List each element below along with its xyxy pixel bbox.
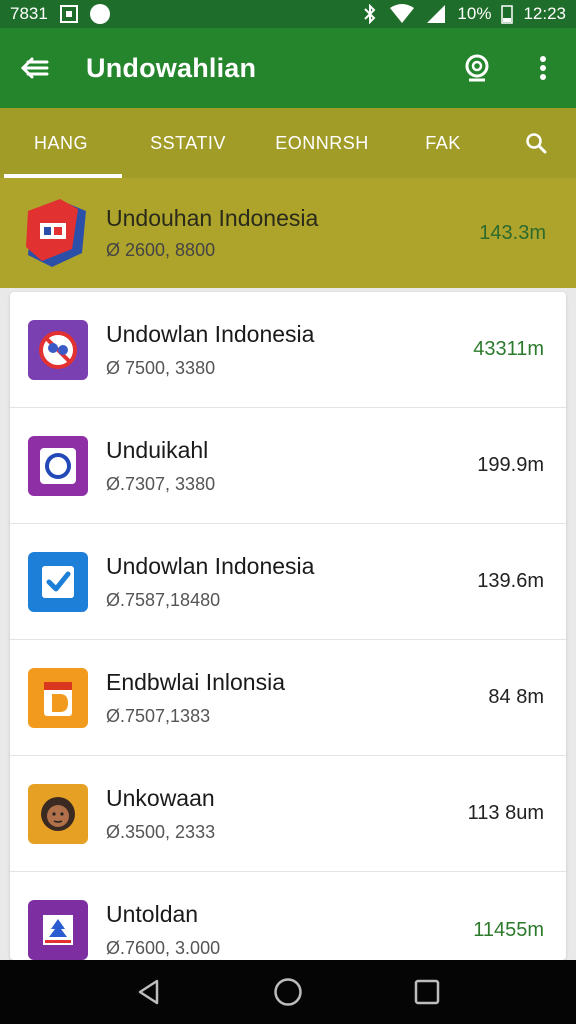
app-size: 139.6m	[477, 570, 544, 592]
app-name: Undowlan Indonesia	[106, 552, 315, 579]
flag-cube-icon	[26, 199, 86, 267]
home-circle-icon	[274, 978, 302, 1006]
list-item[interactable]: Unduikahl Ø.7307, 3380 199.9m	[10, 408, 566, 524]
featured-app-name: Undouhan Indonesia	[106, 205, 319, 231]
compass-icon	[28, 435, 88, 496]
avatar-face-icon	[28, 783, 88, 844]
bluetooth-mute-icon	[364, 4, 376, 24]
app-size: 43311m	[473, 338, 544, 360]
tab-fak[interactable]: FAK	[390, 108, 496, 178]
back-arrow-icon	[20, 57, 49, 79]
list-item[interactable]: Endbwlai Inlonsia Ø.7507,1383 84 8m	[10, 640, 566, 756]
featured-app-size: 143.3m	[479, 221, 546, 244]
featured-app-meta: Ø 2600, 8800	[106, 240, 216, 260]
checkbox-icon	[28, 551, 88, 612]
tab-sstativ[interactable]: SSTATIV	[122, 108, 254, 178]
calendar-d-icon	[28, 667, 88, 728]
status-bar: 7831 10% 12:23	[0, 0, 576, 28]
app-meta: Ø 7500, 3380	[106, 357, 216, 378]
app-size: 113 8um	[467, 802, 544, 824]
app-meta: Ø.7507,1383	[106, 705, 211, 726]
recents-square-icon	[414, 979, 439, 1005]
app-name: Untoldan	[106, 901, 199, 927]
clock: 12:23	[523, 4, 566, 23]
list-item[interactable]: Undowlan Indonesia Ø.7587,18480 139.6m	[10, 524, 566, 640]
tab-label: FAK	[425, 132, 461, 153]
tab-search-button[interactable]	[496, 108, 576, 178]
nav-recents-button[interactable]	[397, 967, 457, 1017]
tab-hang[interactable]: HANG	[0, 108, 122, 178]
tab-label: EONNRSH	[275, 132, 369, 153]
overflow-menu-button[interactable]	[510, 40, 576, 96]
more-vert-icon	[540, 56, 546, 80]
list-item[interactable]: Unkowaan Ø.3500, 2333 113 8um	[10, 756, 566, 872]
app-name: Endbwlai Inlonsia	[106, 668, 286, 695]
search-location-icon	[465, 54, 489, 82]
notification-square-icon	[59, 5, 78, 23]
system-nav-bar	[0, 960, 576, 1024]
notification-chat-icon	[89, 4, 110, 24]
blocked-link-icon	[28, 319, 88, 380]
app-name: Undowlan Indonesia	[106, 320, 315, 347]
app-list: Undowlan Indonesia Ø 7500, 3380 43311m U…	[10, 292, 566, 960]
list-item[interactable]: Untoldan Ø.7600, 3.000 11455m	[10, 872, 566, 960]
app-meta: Ø.3500, 2333	[106, 821, 216, 842]
battery-percent: 10%	[457, 4, 492, 23]
app-title: Undowahlian	[86, 52, 257, 83]
app-name: Unkowaan	[106, 784, 215, 811]
tree-flag-icon	[28, 900, 88, 960]
app-meta: Ø.7587,18480	[106, 589, 221, 610]
list-item[interactable]: Undowlan Indonesia Ø 7500, 3380 43311m	[10, 292, 566, 408]
app-size: 199.9m	[477, 454, 544, 476]
app-name: Unduikahl	[106, 436, 209, 463]
menu-back-button[interactable]	[0, 56, 70, 80]
app-size: 84 8m	[488, 686, 544, 708]
status-left-text: 7831	[10, 4, 48, 23]
tab-bar: HANG SSTATIV EONNRSH FAK	[0, 108, 576, 178]
battery-icon	[501, 5, 514, 24]
featured-app-row[interactable]: Undouhan Indonesia Ø 2600, 8800 143.3m	[0, 178, 576, 288]
tab-label: SSTATIV	[150, 132, 226, 153]
search-account-button[interactable]	[444, 40, 510, 96]
search-icon	[526, 133, 547, 154]
nav-back-button[interactable]	[119, 967, 179, 1017]
app-size: 11455m	[473, 918, 544, 941]
signal-icon	[427, 5, 446, 23]
back-triangle-icon	[139, 979, 159, 1005]
tab-eonnrsh[interactable]: EONNRSH	[254, 108, 390, 178]
tab-label: HANG	[33, 132, 88, 153]
app-bar: Undowahlian	[0, 28, 576, 108]
wifi-icon	[390, 4, 415, 23]
nav-home-button[interactable]	[258, 967, 318, 1017]
app-meta: Ø.7307, 3380	[106, 473, 216, 494]
app-meta: Ø.7600, 3.000	[106, 938, 221, 958]
